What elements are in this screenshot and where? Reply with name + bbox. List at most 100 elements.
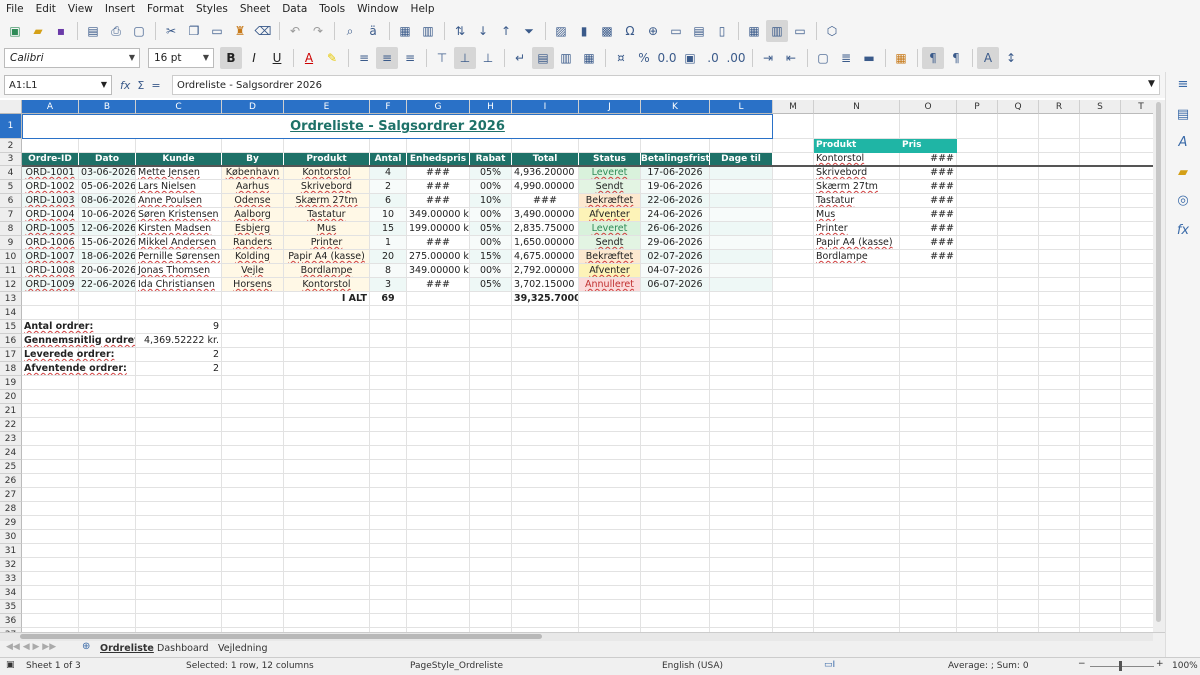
zoom-out-icon[interactable]: − <box>1078 659 1086 669</box>
column-header[interactable]: P <box>957 100 998 114</box>
split-window-icon[interactable]: ▥ <box>766 20 788 42</box>
table-cell[interactable]: 00% <box>470 236 511 249</box>
autofilter-icon[interactable]: ⏷ <box>518 20 540 42</box>
border-color-icon[interactable]: ▬ <box>858 47 880 69</box>
total-amount[interactable]: 39,325.70000 kr. <box>512 292 578 305</box>
row-header[interactable]: 6 <box>0 194 22 208</box>
table-cell[interactable]: 4 <box>370 166 406 179</box>
row-header[interactable]: 30 <box>0 530 22 544</box>
export-pdf-icon[interactable]: ▤ <box>82 20 104 42</box>
stat-value[interactable]: 9 <box>136 320 221 333</box>
table-cell[interactable]: 17-06-2026 <box>641 166 709 179</box>
row-header[interactable]: 14 <box>0 306 22 320</box>
align-middle-icon[interactable]: ⊥ <box>454 47 476 69</box>
stat-label[interactable]: Gennemsnitlig ordreværdi: <box>22 334 135 347</box>
selection-mode-icon[interactable]: ▭I <box>824 660 835 670</box>
tab-ordreliste[interactable]: Ordreliste <box>94 642 160 656</box>
column-header[interactable]: G <box>407 100 470 114</box>
menu-view[interactable]: View <box>62 0 99 18</box>
table-cell[interactable]: Aarhus <box>222 180 283 193</box>
table-cell[interactable]: Horsens <box>222 278 283 291</box>
scroll-thumb[interactable] <box>1156 102 1161 622</box>
row-header[interactable]: 20 <box>0 390 22 404</box>
menu-edit[interactable]: Edit <box>30 0 62 18</box>
spelling-icon[interactable]: ä <box>362 20 384 42</box>
table-cell[interactable]: ### <box>407 278 469 291</box>
table-cell[interactable]: 29-06-2026 <box>641 236 709 249</box>
lookup-price[interactable]: ### <box>900 166 956 179</box>
open-folder-icon[interactable]: ▰ <box>27 20 49 42</box>
row-header[interactable]: 26 <box>0 474 22 488</box>
column-header[interactable]: M <box>773 100 814 114</box>
table-cell[interactable]: 02-07-2026 <box>641 250 709 263</box>
menu-styles[interactable]: Styles <box>190 0 234 18</box>
table-cell[interactable] <box>710 278 772 291</box>
lookup-header[interactable]: Pris <box>900 139 957 153</box>
row-header[interactable]: 12 <box>0 278 22 292</box>
row-header[interactable]: 22 <box>0 418 22 432</box>
table-cell[interactable]: 2,835.75000 kr. <box>512 222 578 235</box>
table-cell[interactable]: Mette Jensen <box>136 166 221 179</box>
menu-file[interactable]: File <box>0 0 30 18</box>
row-header[interactable]: 31 <box>0 544 22 558</box>
align-top-icon[interactable]: ⊤ <box>431 47 453 69</box>
table-cell[interactable]: 349.00000 kr. <box>407 208 469 221</box>
table-cell[interactable] <box>710 250 772 263</box>
lookup-product[interactable]: Tastatur <box>814 194 899 207</box>
table-cell[interactable]: 6 <box>370 194 406 207</box>
table-cell[interactable]: 03-06-2026 <box>79 166 135 179</box>
save-icon[interactable]: ▪ <box>50 20 72 42</box>
table-cell[interactable]: 4,936.20000 kr. <box>512 166 578 179</box>
table-cell[interactable]: ### <box>512 194 578 207</box>
sum-icon[interactable]: Σ <box>137 79 144 92</box>
freeze-rows-columns-icon[interactable]: ▦ <box>743 20 765 42</box>
column-header[interactable]: A <box>22 100 79 114</box>
lookup-product[interactable]: Mus <box>814 208 899 221</box>
draw-shape-icon[interactable]: ⬡ <box>821 20 843 42</box>
sort-ascending-icon[interactable]: ↓ <box>472 20 494 42</box>
row-header[interactable]: 1 <box>0 114 22 139</box>
table-cell[interactable]: Papir A4 (kasse) <box>284 250 369 263</box>
row-header[interactable]: 8 <box>0 222 22 236</box>
table-cell[interactable]: 19-06-2026 <box>641 180 709 193</box>
undo-icon[interactable]: ↶ <box>284 20 306 42</box>
cut-icon[interactable]: ✂ <box>160 20 182 42</box>
spreadsheet-grid[interactable]: A B C D E F G H I J K L M N O P Q R S T 1 2 3 4 5 6 7 8 9 10 11 12 13 14 1… <box>0 100 1153 632</box>
column-header[interactable]: D <box>222 100 284 114</box>
sheet-title[interactable]: Ordreliste - Salgsordrer 2026 <box>22 114 773 139</box>
hamburger-menu-icon[interactable]: ≡ <box>1174 76 1192 94</box>
table-cell[interactable]: ORD-1001 <box>22 166 78 179</box>
table-cell[interactable]: ORD-1005 <box>22 222 78 235</box>
italic-icon[interactable]: I <box>243 47 265 69</box>
table-cell[interactable]: 15% <box>470 250 511 263</box>
table-cell[interactable] <box>710 264 772 277</box>
lookup-product[interactable]: Bordlampe <box>814 250 899 263</box>
table-cell[interactable]: 05% <box>470 222 511 235</box>
table-cell[interactable]: Kontorstol <box>284 166 369 179</box>
delete-decimal-icon[interactable]: .00 <box>725 47 747 69</box>
lookup-price[interactable]: ### <box>900 250 956 263</box>
insert-chart-icon[interactable]: ▮ <box>573 20 595 42</box>
number-format-icon[interactable]: 0.0 <box>656 47 678 69</box>
table-cell[interactable]: ORD-1006 <box>22 236 78 249</box>
table-cell[interactable]: Pernille Sørensen <box>136 250 221 263</box>
add-decimal-icon[interactable]: .0 <box>702 47 724 69</box>
clear-formatting-icon[interactable]: ⌫ <box>252 20 274 42</box>
row-header[interactable]: 4 <box>0 166 22 180</box>
paste-icon[interactable]: ▭ <box>206 20 228 42</box>
table-cell[interactable]: Bordlampe <box>284 264 369 277</box>
table-cell[interactable]: 4,675.00000 kr. <box>512 250 578 263</box>
special-character-icon[interactable]: Ω <box>619 20 641 42</box>
column-header[interactable]: I <box>512 100 579 114</box>
table-cell[interactable] <box>710 194 772 207</box>
scroll-thumb[interactable] <box>20 634 542 639</box>
table-cell[interactable]: ### <box>407 194 469 207</box>
table-cell[interactable]: Tastatur <box>284 208 369 221</box>
table-cell[interactable]: 22-06-2026 <box>79 278 135 291</box>
sort-descending-icon[interactable]: ↑ <box>495 20 517 42</box>
table-cell[interactable]: Bekræftet <box>579 250 640 263</box>
table-cell[interactable]: Odense <box>222 194 283 207</box>
table-cell[interactable]: 00% <box>470 264 511 277</box>
chevron-down-icon[interactable]: ▼ <box>203 53 209 62</box>
left-to-right-icon[interactable]: ¶ <box>922 47 944 69</box>
